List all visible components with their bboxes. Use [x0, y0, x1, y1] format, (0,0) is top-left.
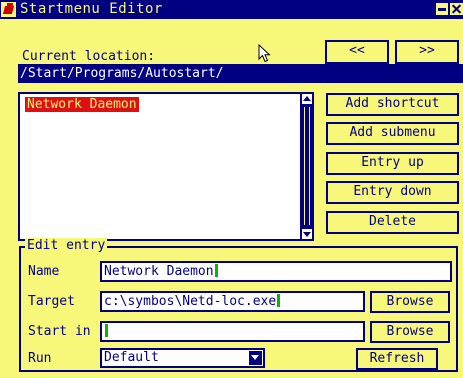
entry-list[interactable]: Network Daemon [18, 92, 314, 241]
browse-start-in-button[interactable]: Browse [370, 321, 450, 343]
run-mode-value: Default [104, 350, 159, 365]
name-field[interactable]: Network Daemon [100, 261, 452, 282]
refresh-button[interactable]: Refresh [356, 348, 438, 370]
start-in-label: Start in [28, 324, 91, 339]
text-caret [214, 264, 218, 277]
back-button[interactable]: << [325, 40, 389, 64]
list-item[interactable]: Network Daemon [25, 97, 139, 112]
run-label: Run [28, 351, 52, 366]
scroll-up-icon[interactable] [302, 94, 312, 104]
add-submenu-button[interactable]: Add submenu [326, 122, 459, 145]
target-field[interactable]: c:\symbos\Netd-loc.exe [100, 291, 365, 312]
text-caret [105, 324, 108, 337]
text-caret [277, 294, 281, 307]
window-title: Startmenu Editor [20, 1, 163, 17]
minimize-icon[interactable] [436, 3, 448, 15]
run-mode-select[interactable]: Default [100, 348, 265, 368]
close-icon[interactable] [450, 3, 463, 15]
mouse-cursor-icon [258, 44, 271, 63]
entry-up-button[interactable]: Entry up [326, 152, 459, 175]
target-label: Target [28, 294, 75, 309]
startmenu-editor-window: Startmenu Editor Current location: << >>… [0, 0, 463, 378]
entry-down-button[interactable]: Entry down [326, 181, 459, 204]
start-in-field[interactable] [100, 321, 365, 342]
browse-target-button[interactable]: Browse [370, 291, 450, 313]
target-value: c:\symbos\Netd-loc.exe [104, 294, 277, 309]
forward-button[interactable]: >> [395, 40, 459, 64]
current-location-label: Current location: [22, 49, 156, 64]
name-value: Network Daemon [104, 264, 214, 279]
title-bar[interactable]: Startmenu Editor [0, 0, 463, 19]
current-location-path: /Start/Programs/Autostart/ [18, 64, 463, 83]
dropdown-arrow-icon[interactable] [249, 351, 262, 365]
edit-entry-title: Edit entry [25, 238, 108, 253]
app-icon [1, 2, 16, 17]
scroll-track[interactable] [304, 107, 310, 225]
name-label: Name [28, 264, 60, 279]
add-shortcut-button[interactable]: Add shortcut [326, 93, 459, 116]
delete-button[interactable]: Delete [326, 211, 459, 234]
entry-list-scrollbar[interactable] [300, 92, 314, 241]
scroll-down-icon[interactable] [302, 229, 312, 239]
